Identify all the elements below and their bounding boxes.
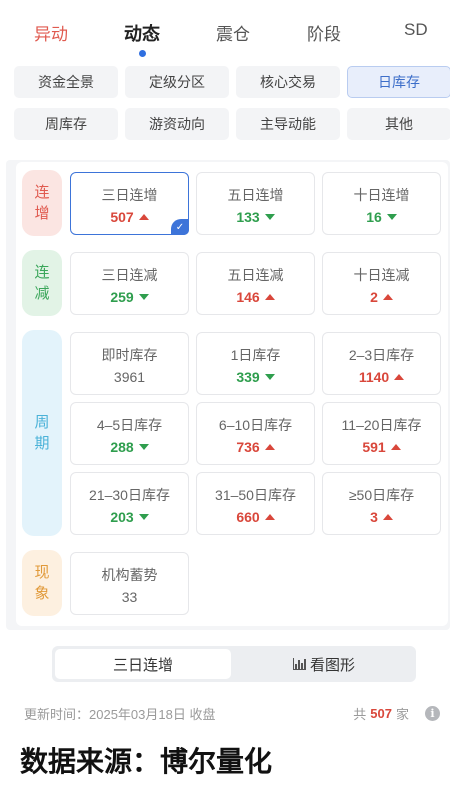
arrow-up-icon bbox=[382, 514, 393, 520]
group-label-period: 周期 bbox=[22, 330, 62, 536]
filter-hot-money[interactable]: 游资动向 bbox=[125, 108, 229, 140]
tab-sd[interactable]: SD bbox=[404, 20, 428, 40]
card-inventory-4-5d[interactable]: 4–5日库存 288 bbox=[70, 402, 189, 465]
arrow-down-icon bbox=[264, 374, 275, 380]
segment-selected-list[interactable]: 三日连增 bbox=[55, 649, 231, 679]
tab-stage[interactable]: 阶段 bbox=[307, 20, 341, 45]
arrow-down-icon bbox=[386, 214, 397, 220]
card-inventory-6-10d[interactable]: 6–10日库存 736 bbox=[196, 402, 315, 465]
group-label-phenomenon: 现象 bbox=[22, 550, 62, 616]
arrow-down-icon bbox=[138, 444, 149, 450]
card-instant-inventory[interactable]: 即时库存 3961 bbox=[70, 332, 189, 395]
card-inventory-11-20d[interactable]: 11–20日库存 591 bbox=[322, 402, 441, 465]
filter-daily-inventory[interactable]: 日库存 bbox=[347, 66, 450, 98]
view-segmented-control: 三日连增 看图形 bbox=[52, 646, 416, 682]
tab-anomaly[interactable]: 异动 bbox=[34, 20, 68, 45]
card-fall-5d[interactable]: 五日连减 146 bbox=[196, 252, 315, 315]
update-time: 2025年03月18日 收盘 bbox=[89, 707, 216, 722]
filter-grade-zone[interactable]: 定级分区 bbox=[125, 66, 229, 98]
data-source-caption: 数据来源：博尔量化 bbox=[20, 746, 273, 777]
arrow-up-icon bbox=[394, 374, 405, 380]
arrow-up-icon bbox=[390, 444, 401, 450]
arrow-up-icon bbox=[138, 214, 149, 220]
card-inventory-31-50d[interactable]: 31–50日库存 660 bbox=[196, 472, 315, 535]
active-tab-indicator bbox=[139, 50, 146, 57]
filter-weekly-inventory[interactable]: 周库存 bbox=[14, 108, 118, 140]
filter-core-trade[interactable]: 核心交易 bbox=[236, 66, 340, 98]
card-institution-accumulation[interactable]: 机构蓄势 33 bbox=[70, 552, 189, 615]
arrow-down-icon bbox=[138, 294, 149, 300]
card-inventory-21-30d[interactable]: 21–30日库存 203 bbox=[70, 472, 189, 535]
filter-momentum[interactable]: 主导动能 bbox=[236, 108, 340, 140]
filter-other[interactable]: 其他 bbox=[347, 108, 450, 140]
count-value: 507 bbox=[370, 706, 392, 721]
group-label-fall: 连减 bbox=[22, 250, 62, 316]
card-fall-3d[interactable]: 三日连减 259 bbox=[70, 252, 189, 315]
card-inventory-1d[interactable]: 1日库存 339 bbox=[196, 332, 315, 395]
update-label: 更新时间： bbox=[24, 707, 90, 722]
info-icon[interactable]: i bbox=[425, 706, 440, 721]
card-inventory-2-3d[interactable]: 2–3日库存 1140 bbox=[322, 332, 441, 395]
tab-shakeout[interactable]: 震仓 bbox=[216, 20, 250, 45]
card-fall-10d[interactable]: 十日连减 2 bbox=[322, 252, 441, 315]
arrow-down-icon bbox=[264, 214, 275, 220]
arrow-down-icon bbox=[138, 514, 149, 520]
tab-dynamic[interactable]: 动态 bbox=[124, 20, 160, 46]
update-meta-row: 更新时间：2025年03月18日 收盘 共 507 家 i bbox=[24, 704, 440, 724]
top-tab-bar: 异动 动态 震仓 阶段 SD bbox=[0, 0, 450, 62]
arrow-up-icon bbox=[264, 294, 275, 300]
segment-view-chart[interactable]: 看图形 bbox=[234, 649, 414, 679]
card-inventory-50d-plus[interactable]: ≥50日库存 3 bbox=[322, 472, 441, 535]
arrow-up-icon bbox=[264, 444, 275, 450]
filter-fund-overview[interactable]: 资金全景 bbox=[14, 66, 118, 98]
result-count: 共 507 家 i bbox=[353, 704, 440, 723]
group-label-rise: 连增 bbox=[22, 170, 62, 236]
card-rise-10d[interactable]: 十日连增 16 bbox=[322, 172, 441, 235]
check-icon: ✓ bbox=[171, 219, 189, 235]
arrow-up-icon bbox=[264, 514, 275, 520]
arrow-up-icon bbox=[382, 294, 393, 300]
card-rise-3d[interactable]: 三日连增 507 ✓ bbox=[70, 172, 189, 235]
card-rise-5d[interactable]: 五日连增 133 bbox=[196, 172, 315, 235]
bar-chart-icon bbox=[292, 658, 306, 670]
